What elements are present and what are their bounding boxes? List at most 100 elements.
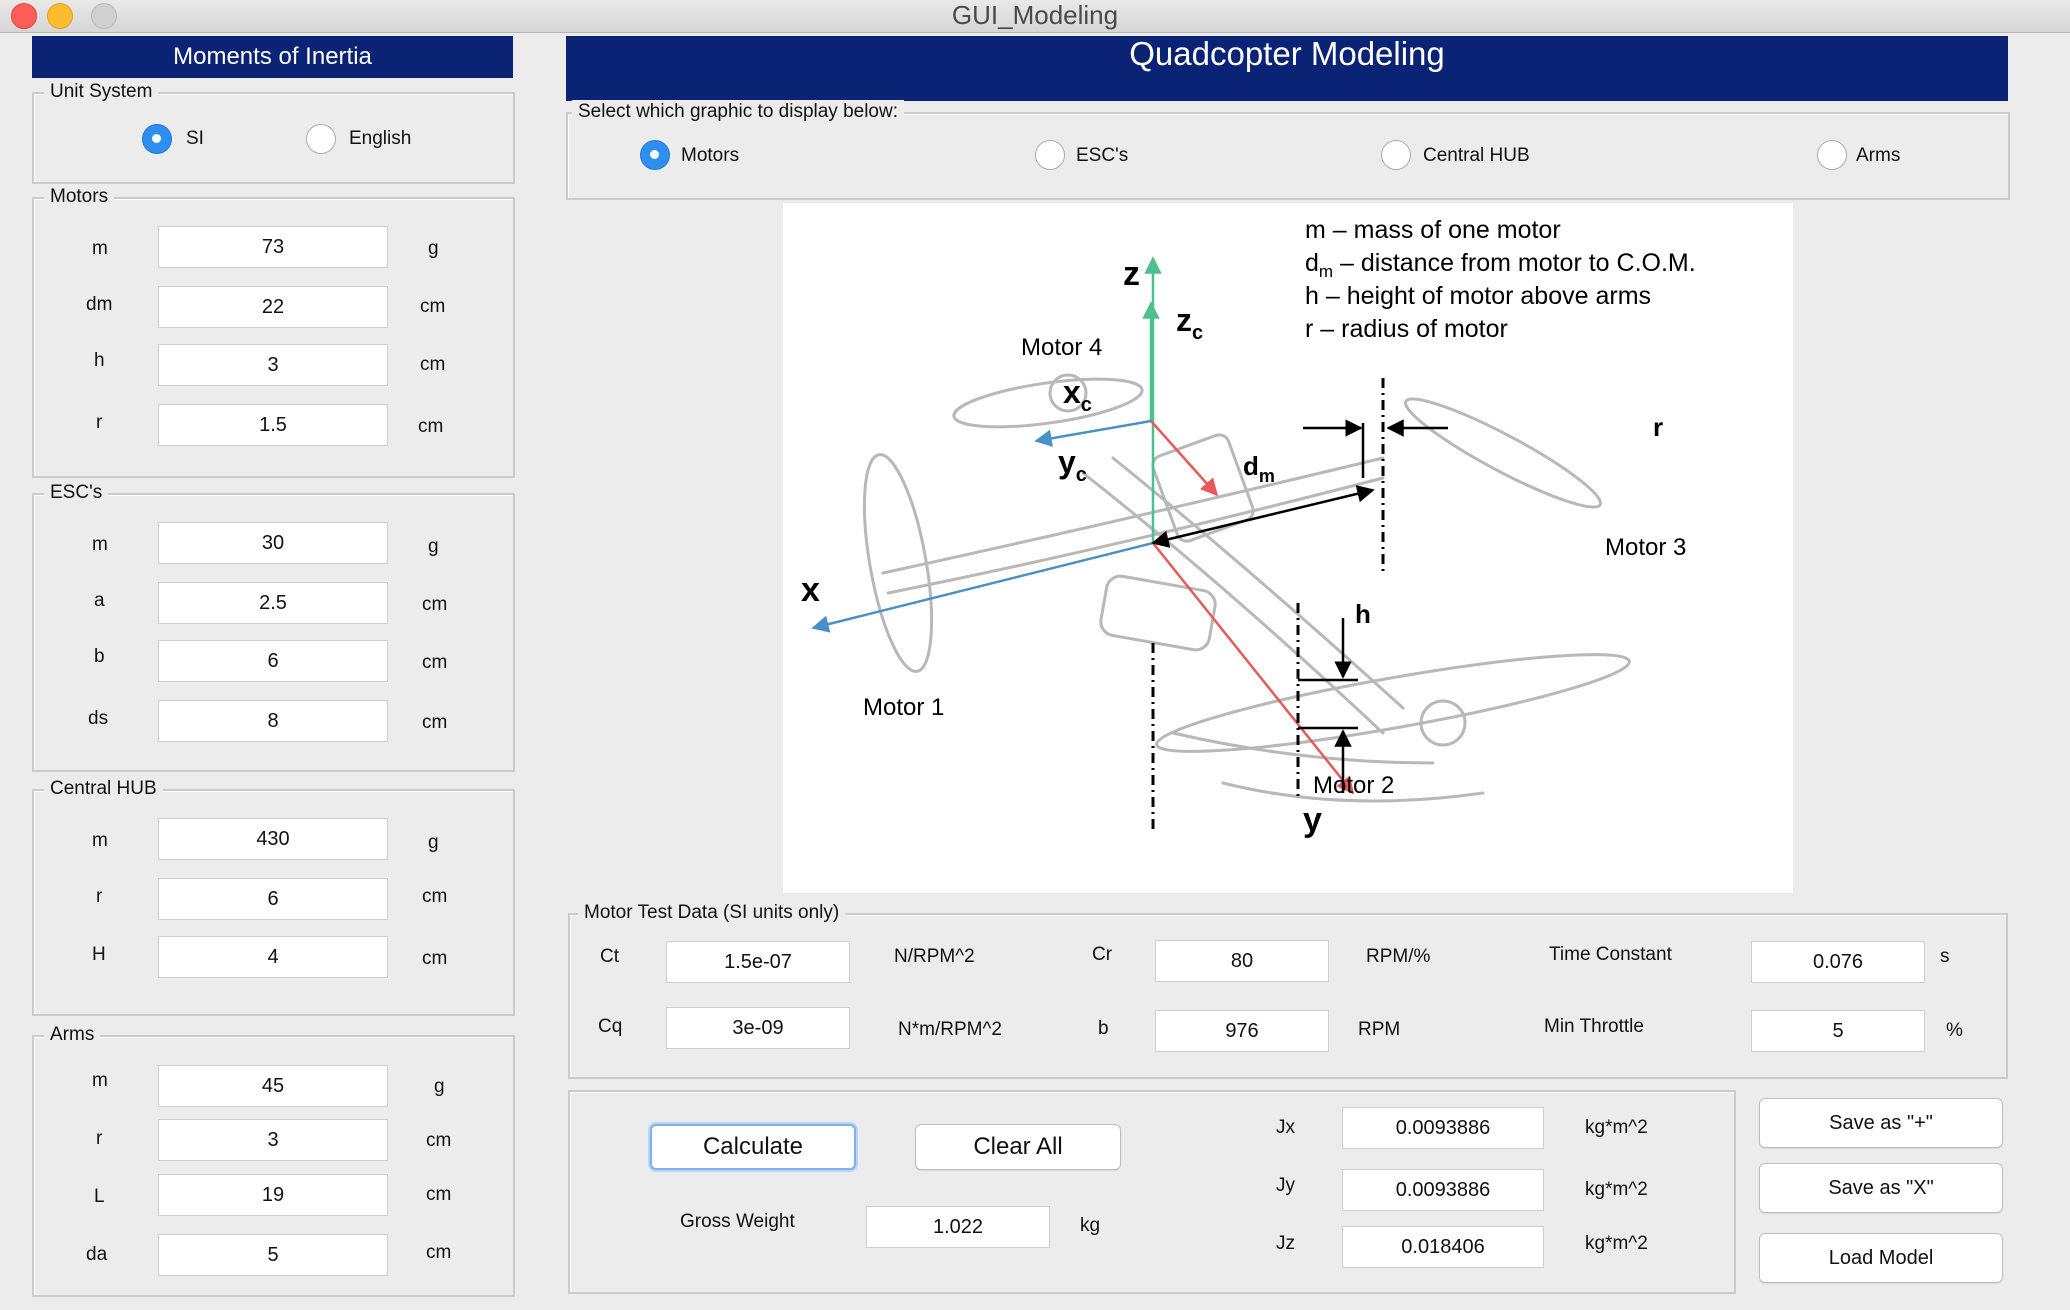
calculate-button[interactable]: Calculate xyxy=(650,1124,856,1170)
motor-2-label: Motor 2 xyxy=(1313,772,1394,799)
b-unit: RPM xyxy=(1358,1019,1401,1040)
y-axis-label: y xyxy=(1303,801,1322,839)
central-hub-graphic-radio[interactable] xyxy=(1381,140,1411,170)
esc-b-unit: cm xyxy=(422,652,448,673)
motor-dm-unit: cm xyxy=(420,296,446,317)
time-constant-field[interactable]: 0.076 xyxy=(1751,941,1925,983)
arm-r-unit: cm xyxy=(426,1130,452,1151)
arm-r-field[interactable]: 3 xyxy=(158,1119,388,1161)
escs-graphic-label: ESC's xyxy=(1076,145,1129,166)
motor-1-label: Motor 1 xyxy=(863,694,944,721)
motor-4-label: Motor 4 xyxy=(1021,334,1102,361)
esc-ds-label: ds xyxy=(88,708,109,729)
yc-axis-arrow xyxy=(1150,420,1219,497)
dm-label: dm xyxy=(1243,451,1275,486)
xc-axis-arrow xyxy=(1034,419,1152,447)
cq-unit: N*m/RPM^2 xyxy=(898,1019,1002,1040)
motor-dm-label: dm xyxy=(86,294,113,315)
min-throttle-unit: % xyxy=(1946,1020,1963,1041)
hub-H-unit: cm xyxy=(422,948,448,969)
si-radio[interactable] xyxy=(142,124,172,154)
central-hub-graphic-label: Central HUB xyxy=(1423,145,1530,166)
arm-m-field[interactable]: 45 xyxy=(158,1065,388,1107)
esc-m-field[interactable]: 30 xyxy=(158,522,388,564)
min-throttle-field[interactable]: 5 xyxy=(1751,1010,1925,1052)
motor-r-field[interactable]: 1.5 xyxy=(158,404,388,446)
load-model-button[interactable]: Load Model xyxy=(1759,1233,2003,1283)
time-constant-label: Time Constant xyxy=(1549,944,1672,965)
cr-field[interactable]: 80 xyxy=(1155,940,1329,982)
esc-a-unit: cm xyxy=(422,594,448,615)
motors-panel-label: Motors xyxy=(44,185,115,209)
escs-graphic-radio[interactable] xyxy=(1035,140,1065,170)
arms-graphic-label: Arms xyxy=(1856,145,1901,166)
esc-b-field[interactable]: 6 xyxy=(158,640,388,682)
arm-da-field[interactable]: 5 xyxy=(158,1234,388,1276)
motor-m-unit: g xyxy=(428,238,439,259)
cq-field[interactable]: 3e-09 xyxy=(666,1007,850,1049)
clear-all-button[interactable]: Clear All xyxy=(915,1124,1121,1170)
esc-ds-unit: cm xyxy=(422,712,448,733)
gross-weight-field[interactable]: 1.022 xyxy=(866,1206,1050,1248)
window-title: GUI_Modeling xyxy=(951,0,1119,30)
jx-field[interactable]: 0.0093886 xyxy=(1342,1107,1544,1149)
jz-unit: kg*m^2 xyxy=(1585,1233,1648,1254)
english-radio[interactable] xyxy=(306,124,336,154)
motor-m-label: m xyxy=(92,238,108,259)
central-hub-panel: Central HUB m 430 g r 6 cm H 4 cm xyxy=(32,777,515,1016)
motor-test-data-panel: Motor Test Data (SI units only) Ct 1.5e-… xyxy=(568,901,2008,1079)
motor-r-label: r xyxy=(96,412,103,433)
jz-field[interactable]: 0.018406 xyxy=(1342,1226,1544,1268)
cr-label: Cr xyxy=(1092,944,1113,965)
hub-m-unit: g xyxy=(428,832,439,853)
jy-unit: kg*m^2 xyxy=(1585,1179,1648,1200)
ct-label: Ct xyxy=(600,946,619,967)
motor-m-field[interactable]: 73 xyxy=(158,226,388,268)
ct-field[interactable]: 1.5e-07 xyxy=(666,941,850,983)
hub-H-field[interactable]: 4 xyxy=(158,936,388,978)
zc-axis-label: zc xyxy=(1176,302,1203,344)
arm-L-field[interactable]: 19 xyxy=(158,1174,388,1216)
hub-m-field[interactable]: 430 xyxy=(158,818,388,860)
motors-graphic-radio[interactable] xyxy=(640,140,670,170)
h-label: h xyxy=(1355,599,1371,629)
hub-r-label: r xyxy=(96,886,103,907)
jy-label: Jy xyxy=(1276,1175,1295,1196)
moments-of-inertia-header: Moments of Inertia xyxy=(32,36,513,78)
arm-da-label: da xyxy=(86,1244,108,1265)
motor-test-data-label: Motor Test Data (SI units only) xyxy=(578,901,846,925)
motor-dm-field[interactable]: 22 xyxy=(158,286,388,328)
arm-da-unit: cm xyxy=(426,1242,452,1263)
arms-panel-label: Arms xyxy=(44,1023,101,1047)
arm-L-unit: cm xyxy=(426,1184,452,1205)
cr-unit: RPM/% xyxy=(1366,946,1431,967)
save-x-button[interactable]: Save as "X" xyxy=(1759,1163,2003,1213)
b-field[interactable]: 976 xyxy=(1155,1010,1329,1052)
esc-ds-field[interactable]: 8 xyxy=(158,700,388,742)
time-constant-unit: s xyxy=(1940,946,1950,967)
arm-L-label: L xyxy=(94,1186,105,1207)
yc-axis-label: yc xyxy=(1058,444,1087,486)
hub-m-label: m xyxy=(92,830,108,851)
esc-a-field[interactable]: 2.5 xyxy=(158,582,388,624)
arms-panel: Arms m 45 g r 3 cm L 19 cm da 5 cm xyxy=(32,1023,515,1297)
jz-label: Jz xyxy=(1276,1233,1295,1254)
esc-m-label: m xyxy=(92,534,108,555)
arms-graphic-radio[interactable] xyxy=(1817,140,1847,170)
escs-panel-label: ESC's xyxy=(44,481,109,505)
save-plus-button[interactable]: Save as "+" xyxy=(1759,1098,2003,1148)
jy-field[interactable]: 0.0093886 xyxy=(1342,1169,1544,1211)
arm-m-unit: g xyxy=(434,1076,445,1097)
z-axis-label: z xyxy=(1123,255,1140,293)
results-panel: Calculate Clear All Gross Weight 1.022 k… xyxy=(568,1090,1736,1294)
quadcopter-modeling-header: Quadcopter Modeling xyxy=(566,36,2008,101)
unit-system-panel: Unit System SI English xyxy=(32,80,515,184)
x-axis-label: x xyxy=(801,571,820,609)
motor-diagram: x y z xc yc zc dm h r Motor 1 Motor 2 Mo… xyxy=(783,203,1793,893)
jx-label: Jx xyxy=(1276,1117,1295,1138)
hub-r-unit: cm xyxy=(422,886,448,907)
graphic-select-label: Select which graphic to display below: xyxy=(572,100,905,124)
motor-h-field[interactable]: 3 xyxy=(158,344,388,386)
english-radio-label: English xyxy=(349,128,412,149)
hub-r-field[interactable]: 6 xyxy=(158,878,388,920)
